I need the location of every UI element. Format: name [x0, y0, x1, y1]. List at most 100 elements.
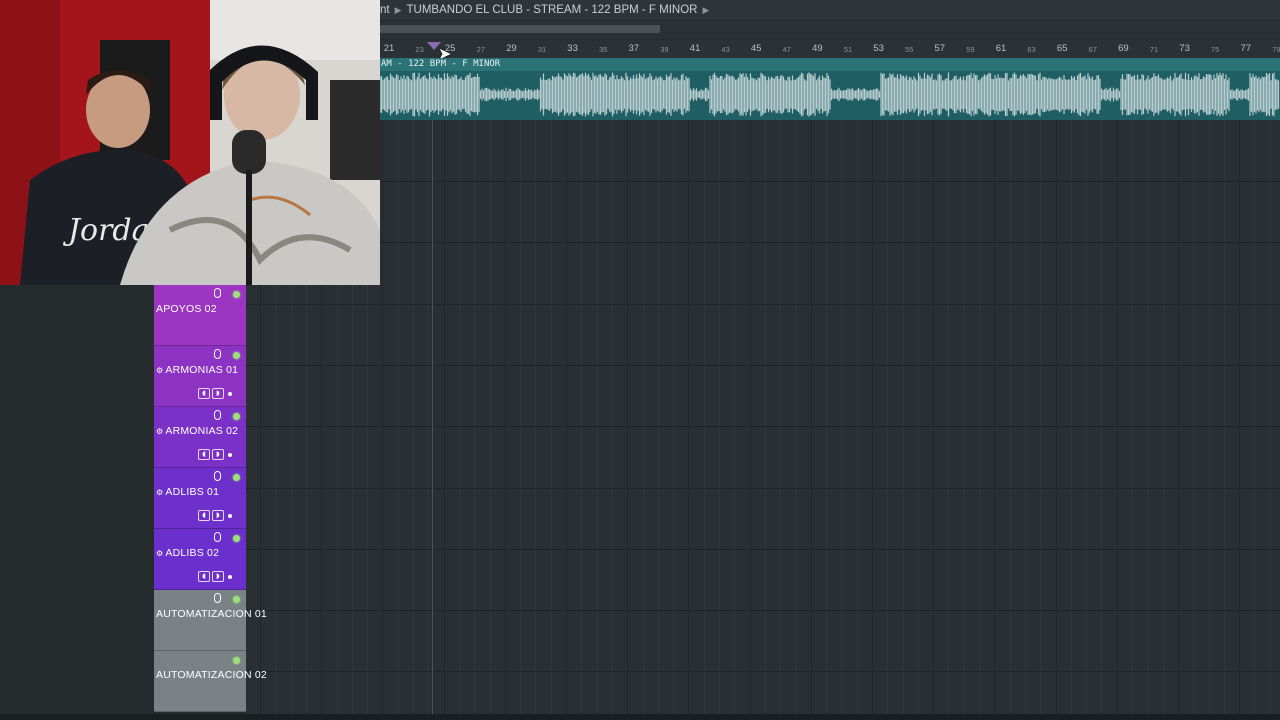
scrollbar-thumb[interactable]	[380, 25, 660, 33]
grid-line	[535, 120, 536, 716]
ruler-number: 65	[1056, 43, 1068, 54]
ruler-number: 67	[1088, 45, 1097, 54]
gear-icon[interactable]: ⚙	[156, 488, 163, 497]
row-line	[246, 181, 1280, 182]
track-name[interactable]: AUTOMATIZACION 01	[156, 608, 267, 620]
speaker-icon[interactable]: ◗	[212, 510, 224, 521]
track-name[interactable]: APOYOS 02	[156, 303, 217, 315]
ruler-number: 79	[1272, 45, 1280, 54]
grid-line	[826, 120, 827, 716]
ruler-number: 29	[506, 43, 517, 54]
grid-line	[551, 120, 552, 716]
speaker-icon[interactable]: ◗	[212, 449, 224, 460]
ruler-number: 61	[995, 43, 1007, 54]
record-dot-icon[interactable]	[228, 514, 232, 518]
ruler-number: 59	[966, 45, 975, 54]
project-title[interactable]: TUMBANDO EL CLUB - STREAM - 122 BPM - F …	[407, 4, 698, 16]
ruler-number: 33	[567, 43, 578, 54]
track-controls: ◖ ◗	[198, 510, 234, 522]
led-indicator-icon[interactable]	[233, 474, 240, 481]
grid-line	[505, 120, 506, 716]
waveform-path	[380, 72, 1280, 117]
grid-line	[796, 120, 797, 716]
grid-line	[780, 120, 781, 716]
led-indicator-icon[interactable]	[233, 352, 240, 359]
clip-label[interactable]: AM - 122 BPM - F MINOR	[380, 58, 1280, 71]
gear-icon[interactable]: ⚙	[156, 549, 163, 558]
ruler-number: 41	[689, 43, 701, 54]
ruler-number: 43	[721, 45, 730, 54]
grid-line	[643, 120, 644, 716]
track-header-automatizacion-02[interactable]: AUTOMATIZACION 02	[154, 651, 267, 712]
grid-line	[428, 120, 429, 716]
gear-icon[interactable]: ⚙	[156, 427, 163, 436]
grid-line	[903, 120, 904, 716]
grid-line	[841, 120, 842, 716]
led-indicator-icon[interactable]	[233, 291, 240, 298]
ruler-number: 23	[415, 45, 424, 54]
record-dot-icon[interactable]	[228, 453, 232, 457]
grid-line	[597, 120, 598, 716]
mute-icon[interactable]: ◖	[198, 449, 210, 460]
speaker-icon[interactable]: ◗	[212, 571, 224, 582]
timeline-ruler[interactable]: 21 25 29 33 37 41 45 49 53 57 61 65 69 73 77 23 27 31 35 39…	[380, 40, 1280, 59]
track-header-apoyos-02[interactable]: APOYOS 02	[154, 285, 246, 346]
gear-icon[interactable]: ⚙	[156, 366, 163, 375]
grid-line	[1224, 120, 1225, 716]
breadcrumb-prefix: nt	[380, 4, 390, 16]
track-header-automatizacion-01[interactable]: AUTOMATIZACION 01	[154, 590, 267, 651]
microphone-icon[interactable]	[214, 593, 221, 603]
ruler-number: 45	[750, 43, 762, 54]
track-header-armonias-02[interactable]: ⚙ ARMONIAS 02 ◖ ◗	[154, 407, 246, 468]
grid-line	[1193, 120, 1194, 716]
grid-line	[1056, 120, 1057, 716]
microphone-icon[interactable]	[214, 410, 221, 420]
track-header-adlibs-01[interactable]: ⚙ ADLIBS 01 ◖ ◗	[154, 468, 246, 529]
track-header-adlibs-02[interactable]: ⚙ ADLIBS 02 ◖ ◗	[154, 529, 246, 590]
grid-line	[857, 120, 858, 716]
grid-line	[1071, 120, 1072, 716]
ruler-number: 35	[599, 45, 608, 54]
mute-icon[interactable]: ◖	[198, 510, 210, 521]
track-header-armonias-01[interactable]: ⚙ ARMONIAS 01 ◖ ◗	[154, 346, 246, 407]
mute-icon[interactable]: ◖	[198, 571, 210, 582]
record-dot-icon[interactable]	[228, 575, 232, 579]
grid-line	[734, 120, 735, 716]
webcam-overlay: Jorda	[0, 0, 380, 285]
grid-line	[673, 120, 674, 716]
microphone-icon[interactable]	[214, 471, 221, 481]
grid-line	[750, 120, 751, 716]
microphone-icon[interactable]	[214, 288, 221, 298]
playlist-grid[interactable]	[246, 120, 1280, 716]
microphone-icon[interactable]	[214, 349, 221, 359]
grid-line	[1010, 120, 1011, 716]
grid-line	[1025, 120, 1026, 716]
led-indicator-icon[interactable]	[233, 413, 240, 420]
speaker-icon[interactable]: ◗	[212, 388, 224, 399]
audio-clip[interactable]: AM - 122 BPM - F MINOR	[380, 58, 1280, 122]
track-name[interactable]: AUTOMATIZACION 02	[156, 669, 267, 681]
led-indicator-icon[interactable]	[233, 657, 240, 664]
led-indicator-icon[interactable]	[233, 535, 240, 542]
grid-line	[490, 120, 491, 716]
ruler-number: 21	[383, 43, 395, 54]
track-name[interactable]: ⚙ ADLIBS 02	[156, 547, 219, 559]
grid-line	[627, 120, 628, 716]
grid-line	[612, 120, 613, 716]
grid-line	[1147, 120, 1148, 716]
led-indicator-icon[interactable]	[233, 596, 240, 603]
mute-icon[interactable]: ◖	[198, 388, 210, 399]
row-line	[246, 488, 1280, 489]
track-name[interactable]: ⚙ ADLIBS 01	[156, 486, 219, 498]
record-dot-icon[interactable]	[228, 392, 232, 396]
track-name[interactable]: ⚙ ARMONIAS 02	[156, 425, 238, 437]
track-name[interactable]: ⚙ ARMONIAS 01	[156, 364, 238, 376]
playhead-line	[432, 120, 433, 716]
chevron-right-icon: ▶	[394, 5, 402, 15]
track-controls: ◖ ◗	[198, 571, 234, 583]
ruler-number: 69	[1118, 43, 1129, 54]
row-line	[246, 242, 1280, 243]
ruler-number: 57	[934, 43, 946, 54]
microphone-icon[interactable]	[214, 532, 221, 542]
grid-line	[811, 120, 812, 716]
